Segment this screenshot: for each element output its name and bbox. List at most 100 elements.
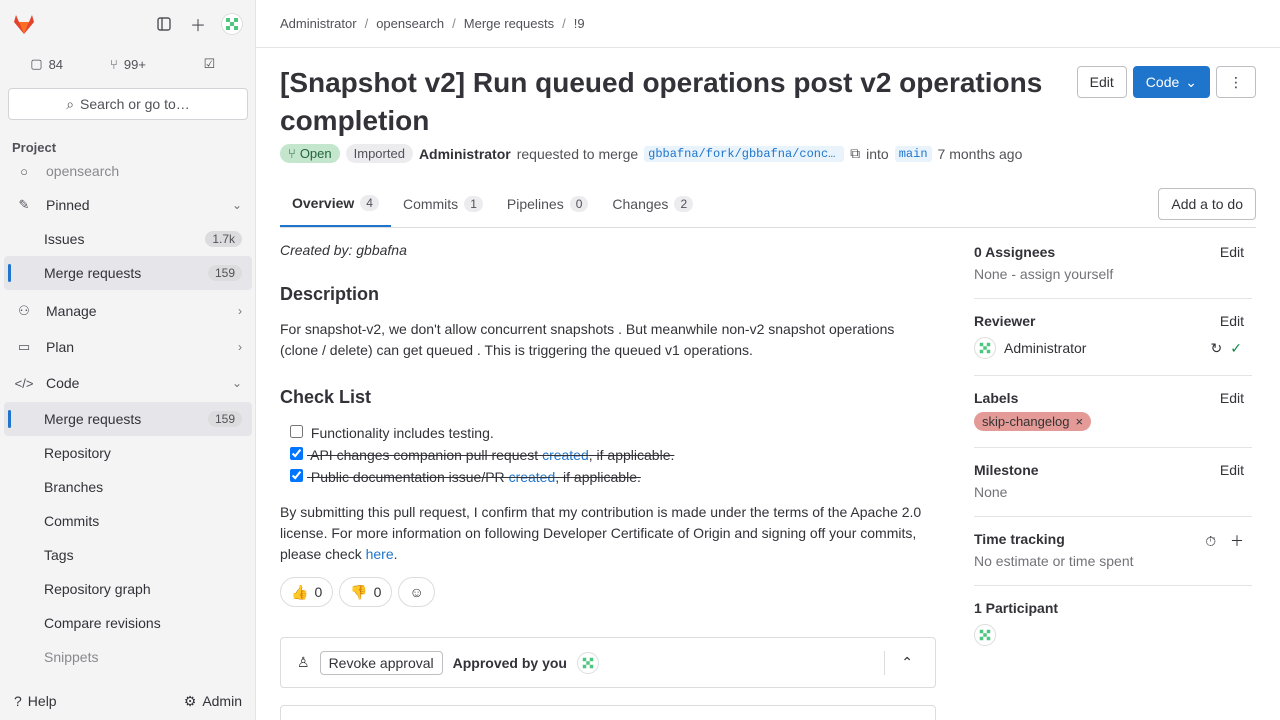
sidebar-bottom: ? Help ⚙ Admin (0, 682, 256, 720)
smiley-icon: ☺ (409, 584, 424, 600)
sidebar-toggle-icon[interactable] (148, 8, 180, 40)
sidebar-item-snippets[interactable]: Snippets (4, 640, 252, 674)
checklist-checkbox[interactable] (290, 425, 303, 438)
sidebar-item-merge-requests-pinned[interactable]: Merge requests 159 (4, 256, 252, 290)
assignees-edit-button[interactable]: Edit (1220, 244, 1244, 260)
breadcrumb: Administrator / opensearch / Merge reque… (256, 0, 1280, 48)
chevron-right-icon: › (238, 340, 242, 354)
sidebar-item-repository-graph[interactable]: Repository graph (4, 572, 252, 606)
merge-request-icon: ⑂ (110, 56, 118, 72)
description-heading: Description (280, 284, 380, 304)
sidebar-item-project[interactable]: ○ opensearch (4, 154, 252, 188)
assign-yourself-link[interactable]: None - assign yourself (974, 266, 1252, 282)
right-sidebar: 0 Assignees Edit None - assign yourself … (974, 240, 1252, 662)
source-branch[interactable]: gbbafna/fork/gbbafna/concurr… (644, 145, 845, 162)
sidebar-counters: ▢ 84 ⑂ 99+ ☑ (8, 48, 248, 80)
sidebar-item-branches[interactable]: Branches (4, 470, 252, 504)
admin-button[interactable]: ⚙ Admin (178, 689, 248, 714)
create-new-icon[interactable]: ＋ (182, 8, 214, 40)
thumbs-up-button[interactable]: 👍 0 (280, 577, 334, 607)
thumbs-up-icon: 👍 (291, 583, 309, 600)
search-icon: ⌕ (66, 95, 75, 112)
edit-button[interactable]: Edit (1076, 66, 1127, 98)
add-reaction-button[interactable]: ☺ (398, 577, 435, 607)
label-skip-changelog[interactable]: skip-changelog × (974, 412, 1092, 431)
mr-meta: ⑂ Open Imported Administrator requested … (280, 144, 1022, 163)
todos-counter[interactable]: ☑ (171, 48, 248, 80)
users-icon: ⚇ (18, 303, 30, 318)
add-todo-button[interactable]: Add a to do (1158, 188, 1256, 220)
admin-icon: ⚙ (183, 692, 197, 709)
stopwatch-icon[interactable]: ⏱ (1205, 533, 1216, 549)
gitlab-logo[interactable] (8, 8, 40, 40)
issues-count-badge: 1.7k (205, 231, 242, 247)
breadcrumb-item-merge-requests[interactable]: Merge requests (464, 16, 554, 31)
approver-avatar (576, 651, 599, 674)
milestone-block: Milestone Edit None (974, 448, 1252, 517)
remove-label-icon[interactable]: × (1075, 414, 1083, 429)
breadcrumb-item-mr-id[interactable]: !9 (574, 16, 585, 31)
more-actions-button[interactable]: ⋮ (1216, 66, 1256, 98)
sidebar-item-plan[interactable]: ▭ Plan › (4, 330, 252, 364)
thumbs-down-button[interactable]: 👎 0 (339, 577, 393, 607)
merge-requests-counter[interactable]: ⑂ 99+ (89, 48, 166, 80)
participant-avatar[interactable] (974, 624, 996, 646)
sidebar-item-compare-revisions[interactable]: Compare revisions (4, 606, 252, 640)
merge-request-open-icon: ⑂ (288, 146, 296, 161)
reactions: 👍 0 👎 0 ☺ (280, 577, 936, 607)
left-sidebar: ＋ ▢ 84 ⑂ 99+ ☑ ⌕ Search or go to… Projec… (0, 0, 256, 720)
search-button[interactable]: ⌕ Search or go to… (8, 88, 248, 120)
labels-edit-button[interactable]: Edit (1220, 390, 1244, 406)
breadcrumb-item-owner[interactable]: Administrator (280, 16, 357, 31)
sidebar-item-tags[interactable]: Tags (4, 538, 252, 572)
rerequest-review-icon[interactable]: ↻ (1211, 340, 1223, 357)
sidebar-nav: ○ opensearch ✎ Pinned ⌄ Issues 1.7k Merg… (4, 154, 252, 674)
reviewer-block: Reviewer Edit Administrator ↻ ✓ (974, 299, 1252, 376)
time-ago: 7 months ago (937, 145, 1023, 162)
checklist-checkbox[interactable] (290, 447, 303, 460)
tab-overview[interactable]: Overview 4 (280, 180, 391, 227)
breadcrumb-item-project[interactable]: opensearch (376, 16, 444, 31)
imported-badge: Imported (345, 144, 413, 163)
chevron-down-icon: ⌄ (231, 198, 242, 212)
chevron-right-icon: › (238, 304, 242, 318)
milestone-edit-button[interactable]: Edit (1220, 462, 1244, 478)
created-link[interactable]: created (509, 469, 556, 485)
tab-changes[interactable]: Changes 2 (600, 180, 705, 227)
chevron-up-icon[interactable]: ⌃ (895, 654, 919, 671)
copy-branch-icon[interactable]: ⧉ (850, 145, 860, 162)
checklist-checkbox[interactable] (290, 469, 303, 482)
add-time-icon[interactable]: ＋ (1230, 533, 1244, 549)
code-dropdown-button[interactable]: Code ⌄ (1132, 66, 1210, 98)
checklist-item: Functionality includes testing. (290, 422, 936, 444)
checklist-item: Public documentation issue/PR created, i… (290, 466, 936, 488)
sidebar-item-repository[interactable]: Repository (4, 436, 252, 470)
time-tracking-block: Time tracking ⏱ ＋ No estimate or time sp… (974, 517, 1252, 586)
sidebar-item-issues[interactable]: Issues 1.7k (4, 222, 252, 256)
sidebar-item-pinned[interactable]: ✎ Pinned ⌄ (4, 188, 252, 222)
tab-pipelines[interactable]: Pipelines 0 (495, 180, 601, 227)
sidebar-item-merge-requests[interactable]: Merge requests 159 (4, 402, 252, 436)
tab-commits[interactable]: Commits 1 (391, 180, 495, 227)
status-badge: ⑂ Open (280, 144, 340, 163)
here-link[interactable]: here (366, 546, 394, 562)
assigned-issues-counter[interactable]: ▢ 84 (8, 48, 85, 80)
description-text: For snapshot-v2, we don't allow concurre… (280, 321, 895, 358)
sidebar-item-code[interactable]: </> Code ⌄ (4, 366, 252, 400)
help-button[interactable]: ? Help (8, 689, 63, 713)
user-avatar[interactable] (216, 8, 248, 40)
reviewer-edit-button[interactable]: Edit (1220, 313, 1244, 329)
created-link[interactable]: created (542, 447, 589, 463)
thumbtack-icon: ✎ (18, 197, 30, 212)
mr-count-badge: 159 (207, 265, 242, 281)
planning-icon: ▭ (17, 339, 31, 354)
target-branch[interactable]: main (894, 145, 932, 162)
todo-check-icon: ☑ (203, 56, 216, 71)
reviewer-name[interactable]: Administrator (1004, 340, 1203, 356)
revoke-approval-button[interactable]: Revoke approval (319, 650, 443, 675)
sidebar-item-manage[interactable]: ⚇ Manage › (4, 294, 252, 328)
approved-check-icon: ✓ (1230, 339, 1242, 356)
sidebar-item-commits[interactable]: Commits (4, 504, 252, 538)
author-link[interactable]: Administrator (419, 146, 511, 162)
mr-count-badge: 159 (207, 411, 242, 427)
